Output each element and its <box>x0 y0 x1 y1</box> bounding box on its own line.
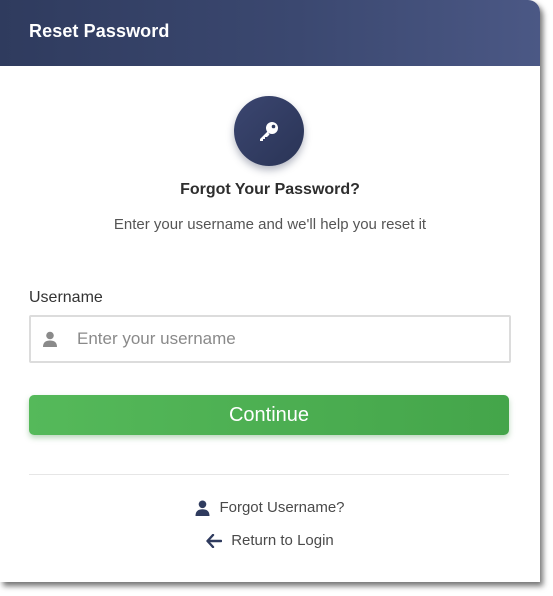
forgot-username-label[interactable]: Forgot Username? <box>219 499 344 516</box>
arrow-left-icon <box>206 533 223 548</box>
reset-password-dialog: Reset Password Forgot Your Password? Ent… <box>0 0 540 582</box>
divider <box>29 474 509 475</box>
dialog-header: Reset Password <box>0 0 540 66</box>
user-icon <box>195 500 210 516</box>
user-icon <box>43 331 57 347</box>
forgot-username-link[interactable]: Forgot Username? <box>0 499 540 520</box>
page-subheading: Enter your username and we'll help you r… <box>113 216 427 233</box>
return-to-login-label[interactable]: Return to Login <box>231 532 334 549</box>
username-input[interactable] <box>75 323 499 355</box>
username-label: Username <box>29 289 103 306</box>
page-heading: Forgot Your Password? <box>180 181 360 198</box>
dialog-title: Reset Password <box>29 21 170 41</box>
key-icon-badge <box>234 96 304 166</box>
key-icon <box>260 122 278 141</box>
return-to-login-link[interactable]: Return to Login <box>0 532 540 552</box>
continue-button[interactable]: Continue <box>29 395 509 435</box>
username-field[interactable] <box>29 315 511 363</box>
